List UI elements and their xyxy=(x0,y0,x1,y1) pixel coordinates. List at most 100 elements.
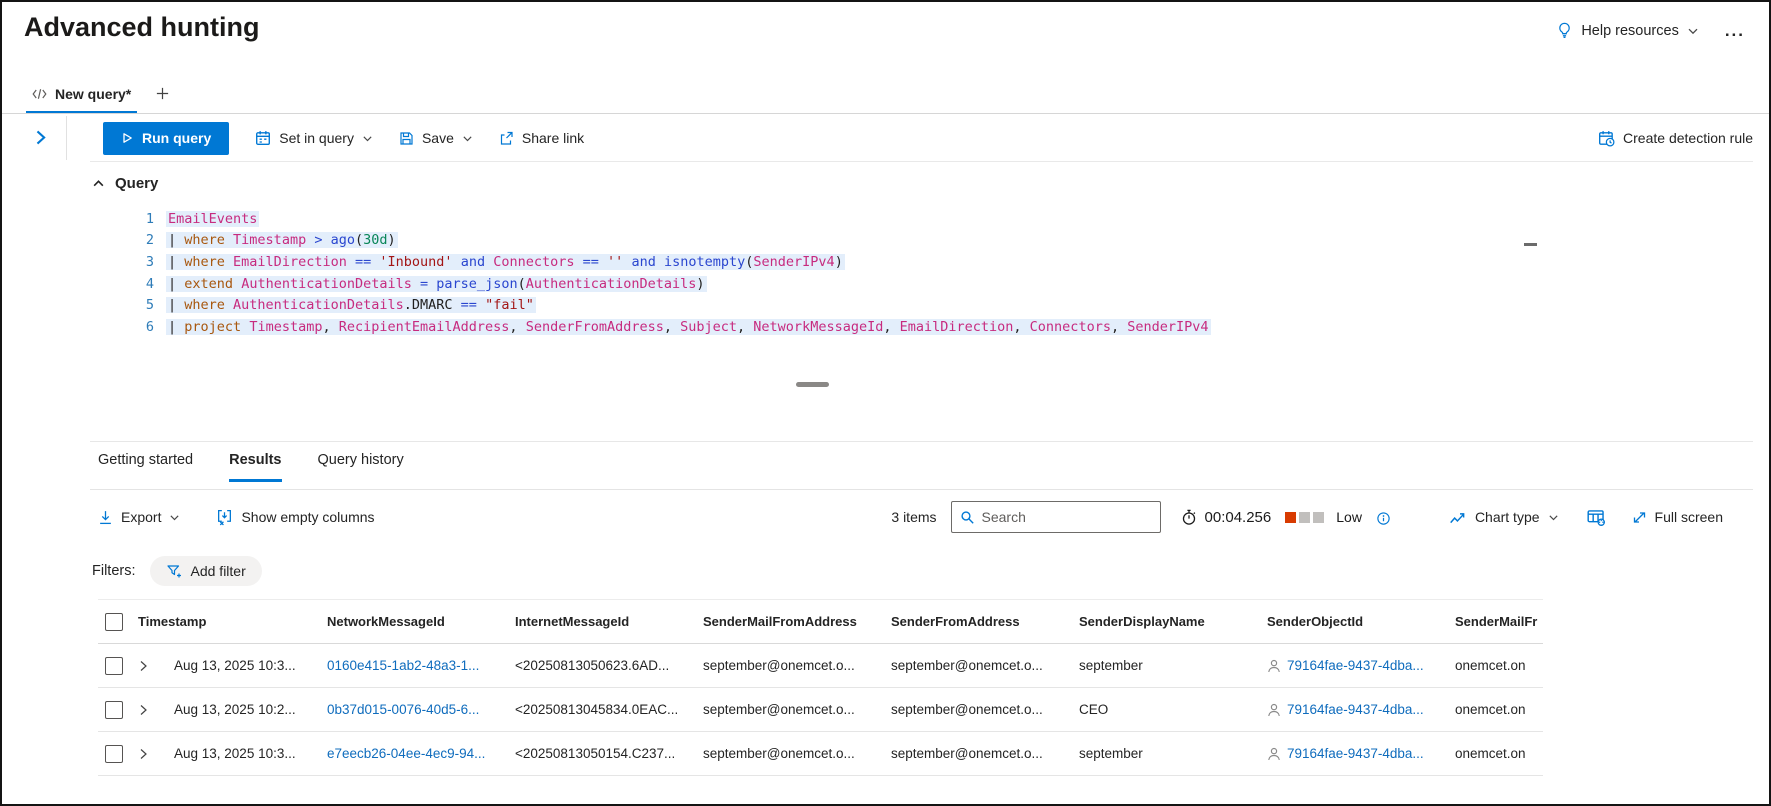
code-line[interactable]: 3 | where EmailDirection == 'Inbound' and… xyxy=(90,251,1729,273)
info-icon[interactable] xyxy=(1376,511,1391,526)
tab-query-history[interactable]: Query history xyxy=(318,452,404,482)
cell-timestamp: Aug 13, 2025 10:3... xyxy=(174,746,296,761)
cell-network-message-id[interactable]: e7eecb26-04ee-4ec9-94... xyxy=(327,746,515,761)
row-checkbox[interactable] xyxy=(105,656,123,675)
search-input[interactable] xyxy=(981,509,1152,525)
code-line[interactable]: 4 | extend AuthenticationDetails = parse_… xyxy=(90,273,1729,295)
rail-divider xyxy=(66,116,67,160)
panel-splitter-handle[interactable] xyxy=(796,382,829,387)
column-header-sender-from-address[interactable]: SenderFromAddress xyxy=(891,614,1079,629)
results-toolbar: Export Show empty columns 3 items 00:04.… xyxy=(90,494,1753,540)
code-line[interactable]: 5 | where AuthenticationDetails.DMARC == … xyxy=(90,294,1729,316)
row-expander[interactable] xyxy=(138,704,174,716)
set-in-query-label: Set in query xyxy=(279,130,354,146)
code-text[interactable]: | extend AuthenticationDetails = parse_j… xyxy=(166,275,707,292)
full-screen-label: Full screen xyxy=(1654,509,1723,525)
advanced-hunting-window: Advanced hunting Help resources ... New … xyxy=(0,0,1771,806)
expand-query-pane-button[interactable] xyxy=(32,129,49,146)
column-header-sender-mail-fr[interactable]: SenderMailFr xyxy=(1455,614,1543,629)
tab-results[interactable]: Results xyxy=(229,452,282,482)
code-line[interactable]: 6 | project Timestamp, RecipientEmailAddr… xyxy=(90,316,1729,338)
code-line[interactable]: 2 | where Timestamp > ago(30d) xyxy=(90,230,1729,252)
set-in-query-button[interactable]: Set in query xyxy=(255,130,373,146)
save-button[interactable]: Save xyxy=(399,130,473,146)
sender-object-id-link[interactable]: 79164fae-9437-4dba... xyxy=(1287,746,1424,761)
cell-sender-mail-from-address: september@onemcet.o... xyxy=(703,658,855,673)
query-section-toggle[interactable]: Query xyxy=(92,175,158,192)
export-button[interactable]: Export xyxy=(98,509,180,525)
help-resources-button[interactable]: Help resources xyxy=(1556,22,1699,39)
show-empty-columns-icon xyxy=(216,509,233,526)
code-text[interactable]: EmailEvents xyxy=(166,210,260,227)
results-panel-divider xyxy=(90,441,1753,442)
filter-funnel-icon xyxy=(166,564,182,579)
create-detection-rule-button[interactable]: Create detection rule xyxy=(1598,130,1753,147)
more-options-button[interactable]: ... xyxy=(1725,22,1745,39)
row-expander[interactable] xyxy=(138,660,174,672)
column-header-network-message-id[interactable]: NetworkMessageId xyxy=(327,614,515,629)
cell-network-message-id[interactable]: 0b37d015-0076-40d5-6... xyxy=(327,702,515,717)
cell-sender-object-id[interactable]: 79164fae-9437-4dba... xyxy=(1267,746,1455,761)
table-row[interactable]: Aug 13, 2025 10:2... 0b37d015-0076-40d5-6… xyxy=(98,688,1543,732)
column-header-sender-object-id[interactable]: SenderObjectId xyxy=(1267,614,1455,629)
calendar-icon xyxy=(255,130,271,146)
cell-sender-object-id[interactable]: 79164fae-9437-4dba... xyxy=(1267,658,1455,673)
cell-sender-display-name: september xyxy=(1079,746,1143,761)
code-text[interactable]: | where AuthenticationDetails.DMARC == "… xyxy=(166,297,536,314)
cell-sender-mail-fr: onemcet.on xyxy=(1455,702,1526,717)
cell-internet-message-id: <20250813050623.6AD... xyxy=(515,658,670,673)
chevron-down-icon xyxy=(1548,512,1559,523)
code-text[interactable]: | project Timestamp, RecipientEmailAddre… xyxy=(166,318,1211,335)
code-text[interactable]: | where Timestamp > ago(30d) xyxy=(166,232,398,249)
run-query-button[interactable]: Run query xyxy=(103,121,230,155)
results-table-header: Timestamp NetworkMessageId InternetMessa… xyxy=(98,600,1543,644)
show-empty-columns-button[interactable]: Show empty columns xyxy=(216,509,375,526)
stopwatch-icon xyxy=(1181,509,1197,526)
share-link-button[interactable]: Share link xyxy=(499,130,584,146)
full-screen-button[interactable]: Full screen xyxy=(1632,509,1723,525)
tab-new-query-label: New query* xyxy=(55,85,132,102)
cell-timestamp: Aug 13, 2025 10:2... xyxy=(174,702,296,717)
customize-columns-button[interactable] xyxy=(1587,509,1606,526)
chevron-down-icon xyxy=(462,133,473,144)
sender-object-id-link[interactable]: 79164fae-9437-4dba... xyxy=(1287,702,1424,717)
tab-getting-started[interactable]: Getting started xyxy=(98,452,193,482)
results-tabbar: Getting started Results Query history xyxy=(98,452,404,482)
select-all-checkbox[interactable] xyxy=(105,612,123,631)
cell-sender-object-id[interactable]: 79164fae-9437-4dba... xyxy=(1267,702,1455,717)
chart-type-button[interactable]: Chart type xyxy=(1449,509,1559,525)
lightbulb-icon xyxy=(1556,22,1573,39)
line-number: 4 xyxy=(145,275,154,292)
code-line[interactable]: 1 EmailEvents xyxy=(90,208,1729,230)
table-row[interactable]: Aug 13, 2025 10:3... e7eecb26-04ee-4ec9-9… xyxy=(98,732,1543,776)
search-icon xyxy=(960,510,975,525)
add-tab-button[interactable] xyxy=(155,86,170,105)
share-icon xyxy=(499,131,514,146)
column-header-sender-display-name[interactable]: SenderDisplayName xyxy=(1079,614,1267,629)
add-filter-button[interactable]: Add filter xyxy=(149,556,262,586)
chevron-right-icon xyxy=(140,660,147,671)
tab-new-query[interactable]: New query* xyxy=(26,76,138,114)
column-header-internet-message-id[interactable]: InternetMessageId xyxy=(515,614,703,629)
code-text[interactable]: | where EmailDirection == 'Inbound' and … xyxy=(166,253,845,270)
chevron-right-icon xyxy=(140,704,147,715)
page-title: Advanced hunting xyxy=(24,12,260,42)
table-row[interactable]: Aug 13, 2025 10:3... 0160e415-1ab2-48a3-1… xyxy=(98,644,1543,688)
cell-sender-mail-fr: onemcet.on xyxy=(1455,746,1526,761)
cell-sender-display-name: CEO xyxy=(1079,702,1109,717)
row-checkbox[interactable] xyxy=(105,744,123,763)
column-header-timestamp[interactable]: Timestamp xyxy=(138,614,327,629)
row-expander[interactable] xyxy=(138,748,174,760)
person-icon xyxy=(1268,703,1280,716)
query-duration: 00:04.256 xyxy=(1204,508,1272,526)
cell-sender-mail-fr: onemcet.on xyxy=(1455,658,1526,673)
line-number: 3 xyxy=(145,253,154,270)
query-code[interactable]: 1 EmailEvents 2 | where Timestamp > ago(30d… xyxy=(90,208,1729,338)
query-tabstrip: New query* xyxy=(26,76,170,114)
sender-object-id-link[interactable]: 79164fae-9437-4dba... xyxy=(1287,658,1424,673)
column-header-sender-mail-from-address[interactable]: SenderMailFromAddress xyxy=(703,614,891,629)
cell-network-message-id[interactable]: 0160e415-1ab2-48a3-1... xyxy=(327,658,515,673)
select-all-cell xyxy=(98,612,138,631)
results-table-body: Aug 13, 2025 10:3... 0160e415-1ab2-48a3-1… xyxy=(98,644,1543,776)
row-checkbox[interactable] xyxy=(105,700,123,719)
